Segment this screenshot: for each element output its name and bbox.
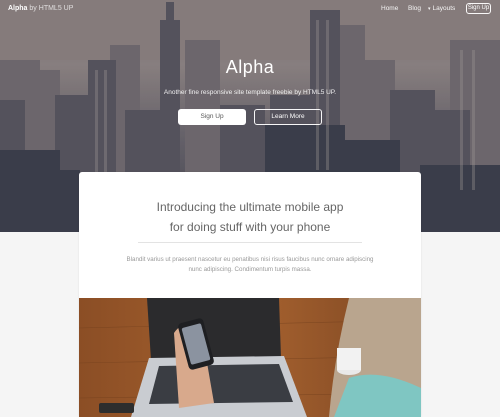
nav-link-home[interactable]: Home — [381, 5, 398, 12]
nav-signup-button[interactable]: Sign Up — [466, 3, 491, 14]
nav-link-blog[interactable]: Blog — [408, 5, 421, 12]
learn-more-button[interactable]: Learn More — [254, 109, 322, 125]
hero-title: Alpha — [225, 57, 275, 77]
card-heading-line-1: Introducing the ultimate mobile app — [156, 200, 344, 214]
laptop-phone-photo — [79, 298, 421, 417]
brand-name: Alpha — [8, 5, 28, 12]
divider — [138, 242, 362, 243]
brand-by: by — [29, 5, 37, 12]
nav-link-layouts-label: Layouts — [432, 5, 456, 12]
top-nav: Alpha by HTML5 UP Home Blog ▾ Layouts Sig… — [0, 0, 500, 20]
card-body-text: Blandit varius ut praesent nascetur eu p… — [126, 256, 374, 273]
nav-link-layouts[interactable]: ▾ Layouts — [428, 5, 455, 12]
card-heading-line-2: for doing stuff with your phone — [169, 220, 331, 234]
chevron-down-icon: ▾ — [428, 6, 431, 12]
hero-subtitle: Another fine responsive site template fr… — [163, 89, 337, 96]
card-heading: Introducing the ultimate mobile app for … — [79, 197, 421, 237]
signup-button[interactable]: Sign Up — [178, 109, 246, 125]
intro-card: Introducing the ultimate mobile app for … — [79, 172, 421, 417]
brand-logo[interactable]: Alpha by HTML5 UP — [8, 5, 73, 12]
brand-author: HTML5 UP — [38, 5, 74, 12]
